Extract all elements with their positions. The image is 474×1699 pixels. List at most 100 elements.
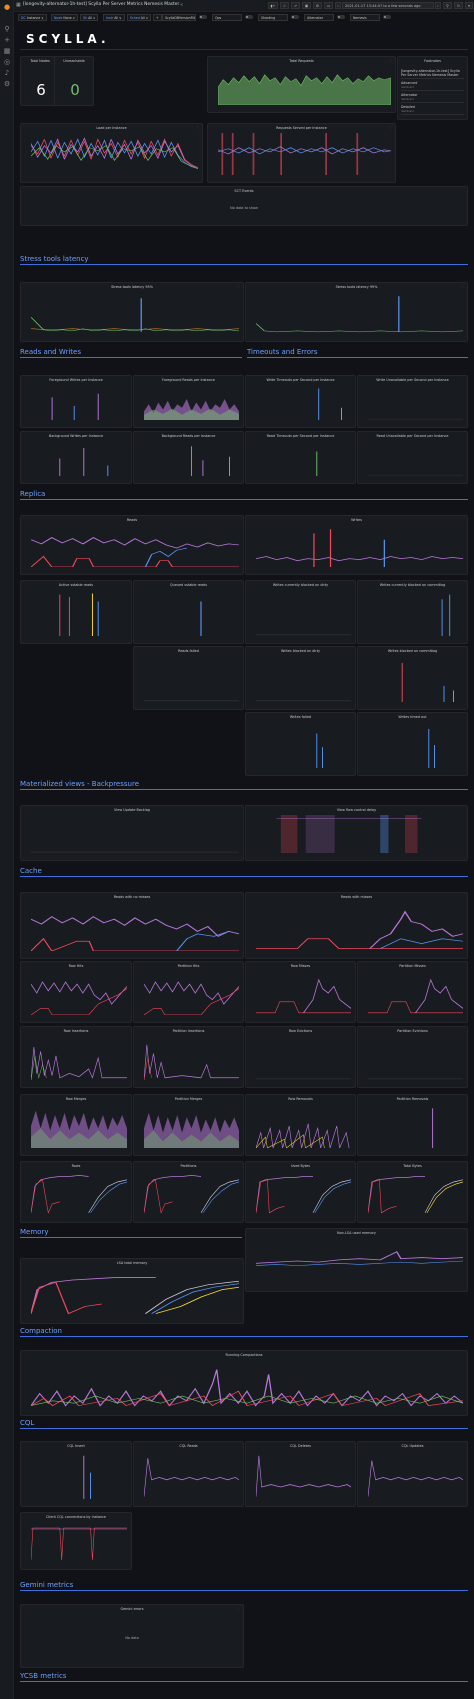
time-back-button[interactable]: ‹ xyxy=(335,2,341,9)
writes-title: Writes xyxy=(351,518,362,522)
section-cql[interactable]: CQL xyxy=(20,1419,34,1427)
blocked-commitlog2-plot xyxy=(368,656,463,702)
view-update-backlog-svg xyxy=(31,851,239,853)
section-divider xyxy=(20,499,468,500)
share-icon[interactable]: < xyxy=(180,2,183,7)
time-picker[interactable]: 2021-01-17 13:44:07 to a few seconds ago xyxy=(342,2,434,9)
write-unavailable-panel: Write Unavailable per Second per Instanc… xyxy=(357,375,468,428)
bg-writes-plot xyxy=(31,441,127,476)
gemini-no-data: No data xyxy=(125,1636,139,1640)
section-divider xyxy=(247,357,468,358)
row-misses-red xyxy=(256,1001,351,1014)
footnote-item[interactable]: Advanced dashboard xyxy=(401,79,464,91)
refresh-button[interactable]: ↻ xyxy=(454,2,463,9)
section-stress[interactable]: Stress tools latency xyxy=(20,255,89,263)
section-timeouts[interactable]: Timeouts and Errors xyxy=(247,348,318,356)
panel-menu-icon[interactable]: ⋮ xyxy=(237,285,240,289)
explore-icon[interactable]: ◎ xyxy=(3,58,11,66)
partition-merges-svg xyxy=(144,1112,239,1148)
section-cache[interactable]: Cache xyxy=(20,867,42,875)
rows-series-blue xyxy=(90,1181,127,1214)
partition-evictions-title: Partition Evictions xyxy=(397,1029,428,1033)
fg-reads-title: Foreground Reads per Instance xyxy=(162,378,215,382)
grafana-logo-icon[interactable]: ● xyxy=(3,3,11,11)
writes-timed-out-plot xyxy=(368,722,463,768)
settings-button[interactable]: ⚙ xyxy=(313,2,322,9)
misses-series-blue xyxy=(379,938,463,949)
row-hits-svg xyxy=(31,981,127,1015)
row-insertions-plot xyxy=(31,1036,127,1080)
add-panel-button[interactable]: ▮+ xyxy=(268,2,278,9)
zoom-out-button[interactable]: ⚲ xyxy=(443,2,452,9)
dashboards-icon[interactable]: ▦ xyxy=(3,47,11,55)
side-menu: ● ⚲ + ▦ ◎ ♪ ⚙ xyxy=(0,0,14,1699)
panel-menu-icon[interactable]: ⋮ xyxy=(461,285,464,289)
cql-updates-title: CQL Updates xyxy=(401,1444,424,1448)
reads-no-misses-svg xyxy=(31,916,239,951)
blocked-dirty2-panel: Writes blocked on dirty xyxy=(245,646,356,710)
alert-icon[interactable]: ♪ xyxy=(3,69,11,77)
footnote-item[interactable]: Alternator dashboard xyxy=(401,91,464,103)
toggle-4[interactable] xyxy=(383,15,391,19)
section-mv[interactable]: Materialized views - Backpressure xyxy=(20,780,139,788)
client-cql-series xyxy=(31,1527,127,1561)
view-update-backlog-panel: View Update Backlog xyxy=(20,805,244,861)
used-bytes-title: Used Bytes xyxy=(290,1164,311,1168)
panel-menu-icon[interactable]: ⋮ xyxy=(389,59,392,63)
row-misses-svg xyxy=(256,978,351,1014)
section-gemini[interactable]: Gemini metrics xyxy=(20,1581,73,1589)
dashboard-title[interactable]: [longevity-alternator-1h-test] Scylla Pe… xyxy=(23,2,179,7)
queued-sstable-panel: Queued sstable reads xyxy=(133,580,244,644)
partition-hits-svg xyxy=(144,981,239,1015)
section-memory[interactable]: Memory xyxy=(20,1228,48,1236)
toggle-label-4: Nemesis xyxy=(350,14,380,21)
toggle-1[interactable] xyxy=(245,15,253,19)
filter-add-button[interactable]: + xyxy=(153,14,162,21)
footnote-item[interactable]: [longevity-alternator-1h-test] Scylla Pe… xyxy=(401,67,464,79)
requests-served-plot xyxy=(218,133,391,175)
cycle-view-button[interactable]: ▭ xyxy=(324,2,333,9)
share-button[interactable]: ↗ xyxy=(291,2,300,9)
sct-events-title: SCT Events xyxy=(234,189,254,193)
time-forward-button[interactable]: › xyxy=(435,2,441,9)
row-hits-series-red xyxy=(31,988,127,1015)
refresh-interval-button[interactable]: ▾ xyxy=(465,2,473,9)
save-button[interactable]: ▣ xyxy=(302,2,311,9)
write-timeouts-plot xyxy=(256,385,351,420)
node-variable-label: Node xyxy=(54,16,63,20)
view-flow-delay-title: View flow control delay xyxy=(336,808,377,812)
panel-menu-icon[interactable]: ⋮ xyxy=(389,126,392,130)
dashboard-grid-icon[interactable]: ▦ xyxy=(16,2,21,8)
section-divider xyxy=(20,264,468,265)
stress-p99-series xyxy=(256,323,463,333)
sched-variable[interactable]: Sched All ∨ xyxy=(127,14,152,21)
section-reads-writes[interactable]: Reads and Writes xyxy=(20,348,81,356)
section-compaction[interactable]: Compaction xyxy=(20,1327,62,1335)
writes-failed-panel: Writes failed xyxy=(245,712,356,776)
node-variable[interactable]: Node None ∨ xyxy=(51,14,79,21)
logo-divider xyxy=(20,49,468,50)
nemesis-band xyxy=(405,815,418,853)
panel-menu-icon[interactable]: ⋮ xyxy=(196,126,199,130)
plus-icon[interactable]: + xyxy=(3,36,11,44)
gear-icon[interactable]: ⚙ xyxy=(3,80,11,88)
row-insertions-panel: Row Insertions xyxy=(20,1026,132,1088)
toggle-0[interactable] xyxy=(199,15,207,19)
dc-variable[interactable]: DC Instance ∨ xyxy=(18,14,47,21)
section-ycsb[interactable]: YCSB metrics xyxy=(20,1672,66,1680)
toggle-2[interactable] xyxy=(291,15,299,19)
active-sstable-panel: Active sstable reads xyxy=(20,580,132,644)
search-icon[interactable]: ⚲ xyxy=(3,25,11,33)
panel-menu-icon[interactable]: ⋮ xyxy=(237,1607,240,1611)
toggle-3[interactable] xyxy=(337,15,345,19)
write-timeouts-title: Write Timeouts per Second per Instance xyxy=(266,378,335,382)
shard-variable[interactable]: Sh All ∨ xyxy=(80,14,99,21)
section-replica[interactable]: Replica xyxy=(20,490,45,498)
instr-variable[interactable]: Instr All ∨ xyxy=(103,14,125,21)
no-misses-series-blue xyxy=(176,931,229,951)
footnote-item[interactable]: Detailed dashboard xyxy=(401,103,464,115)
nemesis-band xyxy=(380,815,389,853)
reads-svg xyxy=(31,537,239,567)
star-button[interactable]: ☆ xyxy=(280,2,289,9)
reads-series-red xyxy=(31,555,239,567)
